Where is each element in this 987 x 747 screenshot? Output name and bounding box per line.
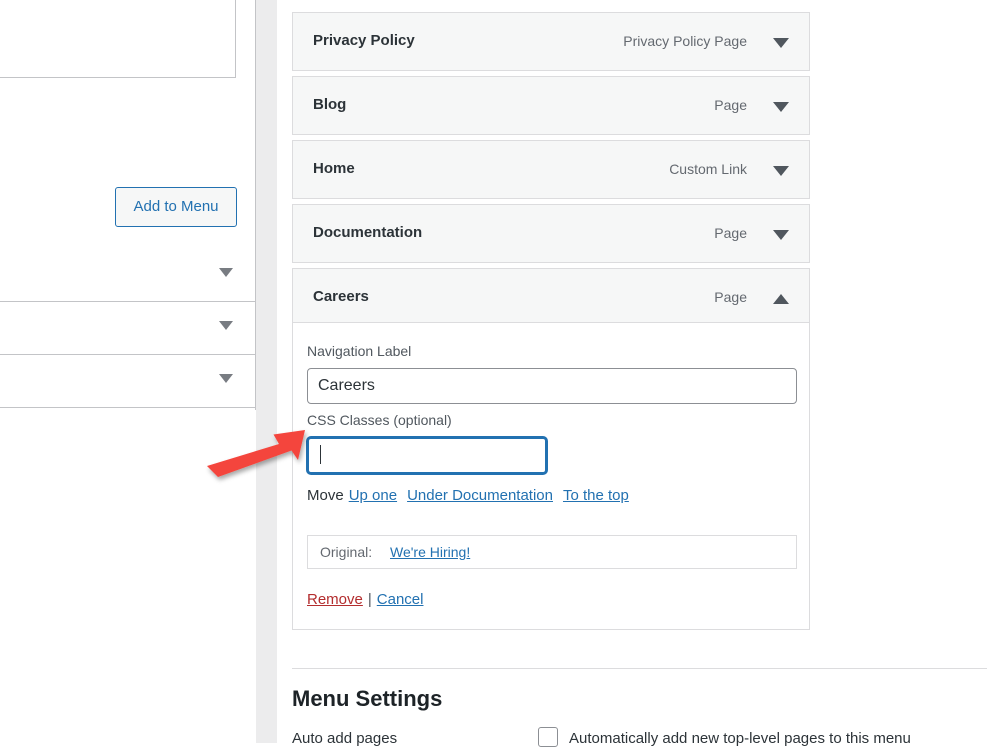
- add-to-menu-button[interactable]: Add to Menu: [115, 187, 237, 227]
- menu-item-header[interactable]: Careers Page: [292, 268, 810, 327]
- auto-add-pages-label: Auto add pages: [292, 730, 398, 747]
- menu-item-type: Page: [714, 97, 747, 113]
- menu-item-privacy-policy[interactable]: Privacy Policy Privacy Policy Page: [292, 12, 810, 71]
- metabox-footer: Select All Add to Menu: [0, 180, 237, 238]
- menu-item-type: Page: [714, 289, 747, 305]
- original-link[interactable]: We're Hiring!: [390, 544, 470, 560]
- move-label: Move: [307, 487, 344, 504]
- chevron-down-icon[interactable]: [219, 374, 233, 383]
- column-gutter: [256, 0, 277, 743]
- chevron-down-icon[interactable]: [773, 38, 789, 48]
- css-classes-input[interactable]: [307, 437, 547, 474]
- chevron-up-icon[interactable]: [773, 294, 789, 304]
- chevron-down-icon[interactable]: [219, 268, 233, 277]
- css-classes-field-label: CSS Classes (optional): [307, 412, 452, 428]
- add-menu-items-panel: We're Hiring! Documentation Contact Abou…: [0, 0, 256, 743]
- move-controls: Move Up one Under Documentation To the top: [307, 487, 639, 504]
- remove-link[interactable]: Remove: [307, 591, 363, 608]
- auto-add-pages-description: Automatically add new top-level pages to…: [569, 730, 911, 747]
- sidebar-accordion-custom-links[interactable]: Custom Links: [0, 302, 256, 355]
- menu-item-title: Documentation: [313, 224, 423, 241]
- chevron-down-icon[interactable]: [773, 166, 789, 176]
- menu-item-documentation[interactable]: Documentation Page: [292, 204, 810, 263]
- pages-metabox-list: We're Hiring! Documentation Contact Abou…: [0, 0, 236, 78]
- menu-structure-panel: Privacy Policy Privacy Policy Page Blog …: [277, 0, 987, 747]
- chevron-down-icon[interactable]: [773, 230, 789, 240]
- navigation-label-input[interactable]: Careers: [307, 368, 797, 404]
- navigation-label-field-label: Navigation Label: [307, 343, 412, 359]
- menu-item-title: Home: [313, 160, 355, 177]
- section-divider: [292, 668, 987, 669]
- menu-item-type: Custom Link: [669, 161, 747, 177]
- sidebar-accordion-categories[interactable]: Categories: [0, 355, 256, 408]
- sidebar-accordion-posts[interactable]: Posts: [0, 249, 256, 302]
- move-under-parent-link[interactable]: Under Documentation: [407, 487, 553, 504]
- link-separator: |: [367, 591, 372, 608]
- menu-item-settings-panel: Navigation Label Careers CSS Classes (op…: [292, 322, 810, 630]
- menu-item-type: Page: [714, 225, 747, 241]
- list-item[interactable]: About: [0, 0, 235, 19]
- menu-item-blog[interactable]: Blog Page: [292, 76, 810, 135]
- original-label: Original:: [320, 544, 373, 560]
- auto-add-pages-checkbox[interactable]: [538, 727, 558, 747]
- menu-item-careers[interactable]: Careers Page: [292, 268, 810, 327]
- menu-item-title: Blog: [313, 96, 347, 113]
- menu-item-header[interactable]: Privacy Policy Privacy Policy Page: [292, 12, 810, 71]
- menu-item-title: Careers: [313, 288, 369, 305]
- menu-item-header[interactable]: Blog Page: [292, 76, 810, 135]
- menu-settings-heading: Menu Settings: [292, 686, 443, 711]
- cancel-link[interactable]: Cancel: [377, 591, 424, 608]
- chevron-down-icon[interactable]: [773, 102, 789, 112]
- move-up-one-link[interactable]: Up one: [349, 487, 397, 504]
- remove-cancel-controls: Remove | Cancel: [307, 591, 423, 608]
- menu-item-title: Privacy Policy: [313, 32, 415, 49]
- menu-item-header[interactable]: Home Custom Link: [292, 140, 810, 199]
- original-reference-box: Original: We're Hiring!: [307, 535, 797, 569]
- sidebar-filler: [0, 410, 256, 743]
- move-to-top-link[interactable]: To the top: [563, 487, 629, 504]
- menu-item-home[interactable]: Home Custom Link: [292, 140, 810, 199]
- menu-item-type: Privacy Policy Page: [623, 33, 747, 49]
- chevron-down-icon[interactable]: [219, 321, 233, 330]
- menu-item-header[interactable]: Documentation Page: [292, 204, 810, 263]
- text-caret: [320, 445, 321, 464]
